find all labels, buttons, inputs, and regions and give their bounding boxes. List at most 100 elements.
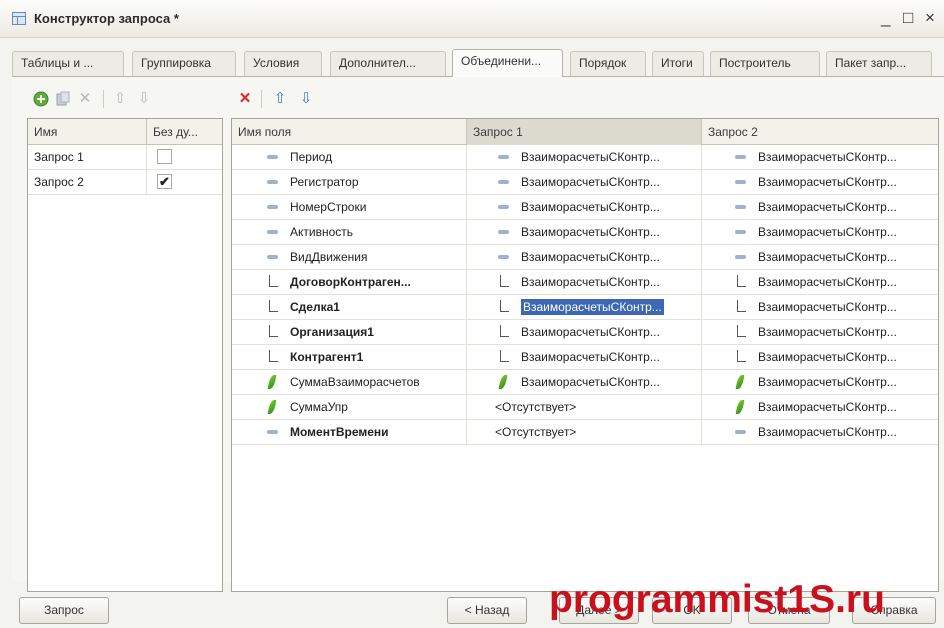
query1-cell[interactable]: ВзаиморасчетыСКонтр... [467,370,702,394]
query1-cell[interactable]: ВзаиморасчетыСКонтр... [467,145,702,169]
maximize-button[interactable]: □ [903,8,913,28]
tab-tables[interactable]: Таблицы и ... [12,51,124,76]
query2-cell[interactable]: ВзаиморасчетыСКонтр... [702,320,938,344]
number-icon [266,400,280,414]
field-name-cell[interactable]: СуммаУпр [232,395,467,419]
query2-value: ВзаиморасчетыСКонтр... [758,225,897,239]
column-field-name[interactable]: Имя поля [232,119,467,145]
move-field-up-icon[interactable]: ⇧ [272,91,288,107]
field-name: ВидДвижения [290,250,368,264]
query1-cell[interactable]: ВзаиморасчетыСКонтр... [467,195,702,219]
query-designer-window: Конструктор запроса * _ □ × Таблицы и ..… [0,0,944,628]
field-row[interactable]: Период ВзаиморасчетыСКонтр... Взаиморасчет… [232,145,938,170]
tab-conditions[interactable]: Условия [244,51,322,76]
column-query2[interactable]: Запрос 2 [702,119,938,145]
field-name-cell[interactable]: Сделка1 [232,295,467,319]
field-row[interactable]: МоментВремени <Отсутствует> ВзаиморасчетыС… [232,420,938,445]
query1-cell[interactable]: <Отсутствует> [467,395,702,419]
query2-cell[interactable]: ВзаиморасчетыСКонтр... [702,245,938,269]
tab-batch[interactable]: Пакет запр... [826,51,932,76]
field-icon [266,225,280,239]
query2-cell[interactable]: ВзаиморасчетыСКонтр... [702,420,938,444]
close-button[interactable]: × [925,8,935,28]
title-bar[interactable]: Конструктор запроса * _ □ × [0,0,944,38]
query2-cell[interactable]: ВзаиморасчетыСКонтр... [702,195,938,219]
query1-cell[interactable]: ВзаиморасчетыСКонтр... [467,295,702,319]
query1-cell[interactable]: ВзаиморасчетыСКонтр... [467,320,702,344]
reference-icon [497,274,511,289]
query2-cell[interactable]: ВзаиморасчетыСКонтр... [702,270,938,294]
query2-cell[interactable]: ВзаиморасчетыСКонтр... [702,170,938,194]
add-icon[interactable] [33,91,49,107]
field-row[interactable]: СуммаУпр <Отсутствует> ВзаиморасчетыСКонтр… [232,395,938,420]
move-field-down-icon[interactable]: ⇩ [298,91,314,107]
field-row[interactable]: Организация1 ВзаиморасчетыСКонтр... Взаимо… [232,320,938,345]
query2-cell[interactable]: ВзаиморасчетыСКонтр... [702,345,938,369]
move-down-icon[interactable]: ⇩ [136,91,152,107]
field-row[interactable]: ДоговорКонтраген... ВзаиморасчетыСКонтр..… [232,270,938,295]
query1-cell[interactable]: ВзаиморасчетыСКонтр... [467,345,702,369]
field-name-cell[interactable]: СуммаВзаиморасчетов [232,370,467,394]
field-name-cell[interactable]: Регистратор [232,170,467,194]
field-row[interactable]: Активность ВзаиморасчетыСКонтр... Взаимора… [232,220,938,245]
query-button[interactable]: Запрос [19,597,109,624]
query1-value: ВзаиморасчетыСКонтр... [521,200,660,214]
query1-cell[interactable]: ВзаиморасчетыСКонтр... [467,220,702,244]
number-icon [734,400,748,414]
query2-cell[interactable]: ВзаиморасчетыСКонтр... [702,395,938,419]
field-row[interactable]: НомерСтроки ВзаиморасчетыСКонтр... Взаимор… [232,195,938,220]
field-name-cell[interactable]: Период [232,145,467,169]
field-name-cell[interactable]: Активность [232,220,467,244]
field-name-cell[interactable]: Организация1 [232,320,467,344]
column-query1[interactable]: Запрос 1 [467,119,702,145]
query2-cell[interactable]: ВзаиморасчетыСКонтр... [702,370,938,394]
column-name[interactable]: Имя [28,119,147,145]
fields-header: Имя поля Запрос 1 Запрос 2 [232,119,938,145]
field-row[interactable]: СуммаВзаиморасчетов ВзаиморасчетыСКонтр..… [232,370,938,395]
distinct-checkbox[interactable] [157,149,172,164]
field-name-cell[interactable]: Контрагент1 [232,345,467,369]
fields-table: Имя поля Запрос 1 Запрос 2 Период Взаимор… [231,118,939,592]
field-name-cell[interactable]: НомерСтроки [232,195,467,219]
query2-cell[interactable]: ВзаиморасчетыСКонтр... [702,145,938,169]
field-row[interactable]: ВидДвижения ВзаиморасчетыСКонтр... Взаимор… [232,245,938,270]
query2-cell[interactable]: ВзаиморасчетыСКонтр... [702,220,938,244]
tab-builder[interactable]: Построитель [710,51,820,76]
field-name-cell[interactable]: МоментВремени [232,420,467,444]
window-title: Конструктор запроса * [34,11,179,26]
tab-grouping[interactable]: Группировка [132,51,236,76]
query-row[interactable]: Запрос 1 [28,145,222,170]
field-row[interactable]: Сделка1 ВзаиморасчетыСКонтр... Взаиморасче… [232,295,938,320]
field-name: СуммаВзаиморасчетов [290,375,420,389]
query2-cell[interactable]: ВзаиморасчетыСКонтр... [702,295,938,319]
reference-icon [266,299,280,314]
query1-cell[interactable]: <Отсутствует> [467,420,702,444]
back-button[interactable]: < Назад [447,597,527,624]
delete-icon[interactable]: ✕ [77,91,93,107]
query-row[interactable]: Запрос 2 ✔ [28,170,222,195]
field-icon [266,425,280,439]
reference-icon [497,349,511,364]
query1-cell[interactable]: ВзаиморасчетыСКонтр... [467,245,702,269]
field-name-cell[interactable]: ВидДвижения [232,245,467,269]
query2-value: ВзаиморасчетыСКонтр... [758,175,897,189]
field-row[interactable]: Контрагент1 ВзаиморасчетыСКонтр... Взаимор… [232,345,938,370]
query1-value: ВзаиморасчетыСКонтр... [521,150,660,164]
queries-table: Имя Без ду... Запрос 1 Запрос 2 ✔ [27,118,223,592]
query1-value: ВзаиморасчетыСКонтр... [521,350,660,364]
minimize-button[interactable]: _ [881,8,890,28]
query1-cell[interactable]: ВзаиморасчетыСКонтр... [467,270,702,294]
tab-unions[interactable]: Объединени... [452,49,563,77]
query1-value: ВзаиморасчетыСКонтр... [521,250,660,264]
tab-advanced[interactable]: Дополнител... [330,51,446,76]
field-name-cell[interactable]: ДоговорКонтраген... [232,270,467,294]
delete-field-icon[interactable]: ✕ [237,91,253,107]
distinct-checkbox[interactable]: ✔ [157,174,172,189]
column-distinct[interactable]: Без ду... [147,119,222,145]
query1-cell[interactable]: ВзаиморасчетыСКонтр... [467,170,702,194]
tab-order[interactable]: Порядок [570,51,646,76]
move-up-icon[interactable]: ⇧ [112,91,128,107]
copy-icon[interactable] [55,91,71,107]
tab-totals[interactable]: Итоги [652,51,704,76]
field-row[interactable]: Регистратор ВзаиморасчетыСКонтр... Взаимор… [232,170,938,195]
